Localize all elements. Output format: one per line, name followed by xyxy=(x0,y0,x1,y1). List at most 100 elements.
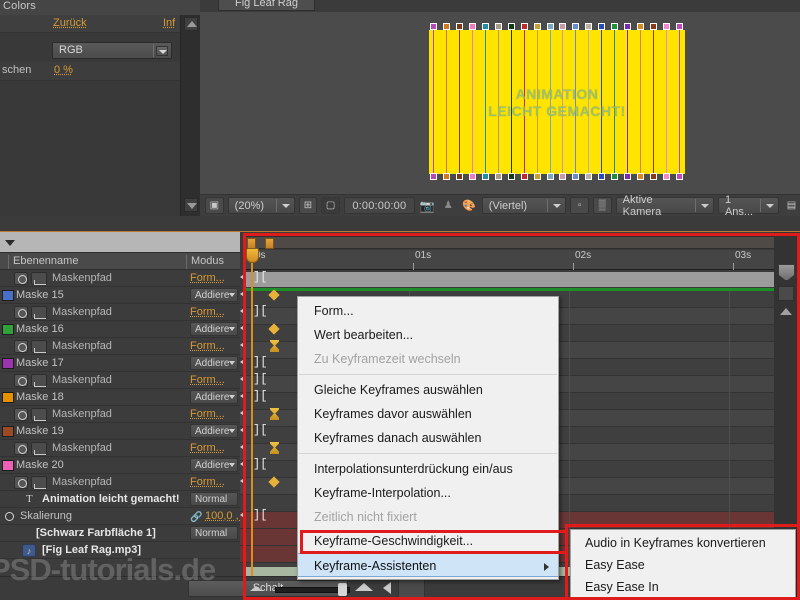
timeline-icon[interactable]: ▤ xyxy=(783,197,800,214)
zoom-level-dropdown[interactable]: (20%) xyxy=(227,197,295,214)
layer-row[interactable]: Maske 19 Addiere xyxy=(0,423,240,440)
keyframe-bracket-icon[interactable]: ][ xyxy=(253,305,267,317)
mask-handle[interactable] xyxy=(469,173,476,180)
scroll-down-icon[interactable] xyxy=(184,198,198,212)
mask-handle[interactable] xyxy=(650,23,657,30)
views-dropdown[interactable]: 1 Ans... xyxy=(717,194,779,218)
graph-editor-icon[interactable] xyxy=(31,306,47,319)
menu-item[interactable]: Keyframes danach auswählen xyxy=(298,426,558,450)
keyframe-hourglass-icon[interactable] xyxy=(270,408,279,420)
layer-row[interactable]: T Animation leicht gemacht! Normal xyxy=(0,491,240,508)
layer-row[interactable]: ♪ [Fig Leaf Rag.mp3] xyxy=(0,542,240,559)
graph-editor-icon[interactable] xyxy=(31,374,47,387)
frame-button[interactable] xyxy=(398,578,425,598)
keyframe-prev-icon[interactable] xyxy=(240,459,250,468)
property-row[interactable]: Maskenpfad Form... xyxy=(0,304,240,321)
keyframe-diamond-icon[interactable] xyxy=(268,476,280,488)
mask-handle[interactable] xyxy=(572,23,579,30)
keyframe-prev-icon[interactable] xyxy=(240,408,250,417)
region-of-interest-icon[interactable]: ▣ xyxy=(205,197,224,214)
graph-editor-icon[interactable] xyxy=(31,476,47,489)
grid-icon[interactable]: ⊞ xyxy=(298,197,318,214)
property-value[interactable]: Form... xyxy=(190,374,225,386)
keyframe-navigator-column[interactable]: ][][][][][][][][ xyxy=(240,270,290,576)
mask-mode-dropdown[interactable]: Addiere xyxy=(190,424,238,438)
property-value[interactable]: Form... xyxy=(190,306,225,318)
mask-handle[interactable] xyxy=(495,173,502,180)
graph-editor-icon[interactable] xyxy=(31,340,47,353)
keyframe-prev-icon[interactable] xyxy=(240,425,250,434)
mask-handle[interactable] xyxy=(495,23,502,30)
scroll-up-icon[interactable] xyxy=(184,17,198,31)
mask-handle[interactable] xyxy=(534,173,541,180)
menu-item[interactable]: Keyframes davor auswählen xyxy=(298,402,558,426)
submenu-item[interactable]: Easy Ease In xyxy=(571,576,795,598)
keyframe-prev-icon[interactable] xyxy=(240,442,250,451)
mask-mode-dropdown[interactable]: Addiere xyxy=(190,458,238,472)
info-link[interactable]: Inf xyxy=(163,17,180,29)
property-value[interactable]: 0 % xyxy=(54,64,73,76)
mask-handle[interactable] xyxy=(624,23,631,30)
property-value[interactable]: 100,0 , 1 xyxy=(205,510,240,522)
mask-mode-dropdown[interactable]: Addiere xyxy=(190,288,238,302)
mask-handle[interactable] xyxy=(443,23,450,30)
menu-item[interactable]: Keyframe-Geschwindigkeit... xyxy=(298,529,558,553)
keyframe-bracket-icon[interactable]: ][ xyxy=(253,424,267,436)
mask-handle[interactable] xyxy=(559,23,566,30)
keyframe-diamond-icon[interactable] xyxy=(268,289,280,301)
mask-handle[interactable] xyxy=(508,173,515,180)
show-snapshot-icon[interactable]: ♟ xyxy=(440,197,457,214)
property-row[interactable]: Maskenpfad Form... xyxy=(0,440,240,457)
timeline-tabline[interactable] xyxy=(0,232,240,252)
keyframe-prev-icon[interactable] xyxy=(240,391,250,400)
mask-handle[interactable] xyxy=(430,173,437,180)
layer-row[interactable]: Maske 15 Addiere xyxy=(0,287,240,304)
layer-row[interactable]: Maske 17 Addiere xyxy=(0,355,240,372)
mask-color-swatch[interactable] xyxy=(2,426,14,437)
layer-row[interactable]: Maske 18 Addiere xyxy=(0,389,240,406)
keyframe-bracket-icon[interactable]: ][ xyxy=(253,271,267,283)
mask-icon[interactable]: ▢ xyxy=(321,197,340,214)
mask-handle[interactable] xyxy=(469,23,476,30)
menu-item[interactable]: Keyframe-Interpolation... xyxy=(298,481,558,505)
graph-editor-icon[interactable] xyxy=(31,442,47,455)
mask-handle[interactable] xyxy=(443,173,450,180)
property-value[interactable]: Form... xyxy=(190,442,225,454)
mask-mode-dropdown[interactable]: Addiere xyxy=(190,390,238,404)
mask-handle[interactable] xyxy=(663,173,670,180)
keyframe-prev-icon[interactable] xyxy=(240,340,250,349)
mask-handle[interactable] xyxy=(624,173,631,180)
mask-handle[interactable] xyxy=(521,23,528,30)
mask-color-swatch[interactable] xyxy=(2,358,14,369)
stopwatch-icon[interactable] xyxy=(2,510,16,523)
graph-editor-icon[interactable] xyxy=(31,272,47,285)
previous-frame-icon[interactable] xyxy=(383,582,391,594)
comp-marker-icon[interactable] xyxy=(778,264,795,281)
mask-handle[interactable] xyxy=(456,173,463,180)
submenu-item[interactable]: Easy Ease xyxy=(571,554,795,576)
mask-color-swatch[interactable] xyxy=(2,324,14,335)
mask-handle[interactable] xyxy=(482,23,489,30)
camera-dropdown[interactable]: Aktive Kamera xyxy=(615,194,714,218)
menu-item[interactable]: Keyframe-Assistenten xyxy=(298,553,558,577)
layer-row[interactable]: [Schwarz Farbfläche 1] Normal xyxy=(0,525,240,542)
effects-scrollbar[interactable] xyxy=(180,15,200,216)
mask-color-swatch[interactable] xyxy=(2,392,14,403)
mask-shape-icon[interactable] xyxy=(778,286,794,301)
keyframe-prev-icon[interactable] xyxy=(240,306,250,315)
mask-handle[interactable] xyxy=(598,173,605,180)
resolution-dropdown[interactable]: (Viertel) xyxy=(481,197,567,214)
keyframe-prev-icon[interactable] xyxy=(240,357,250,366)
mask-handle[interactable] xyxy=(611,173,618,180)
work-area-end-handle[interactable] xyxy=(265,238,274,249)
mask-handle[interactable] xyxy=(585,23,592,30)
mask-handle[interactable] xyxy=(547,23,554,30)
current-time-field[interactable]: 0:00:00:00 xyxy=(343,197,415,214)
mask-handle[interactable] xyxy=(676,23,683,30)
reset-link[interactable]: Zurück xyxy=(53,17,87,29)
keyframe-bracket-icon[interactable]: ][ xyxy=(253,373,267,385)
zoom-in-icon[interactable] xyxy=(355,583,373,591)
menu-item[interactable]: Interpolationsunterdrückung ein/aus xyxy=(298,457,558,481)
menu-item[interactable]: Wert bearbeiten... xyxy=(298,323,558,347)
mask-color-swatch[interactable] xyxy=(2,290,14,301)
